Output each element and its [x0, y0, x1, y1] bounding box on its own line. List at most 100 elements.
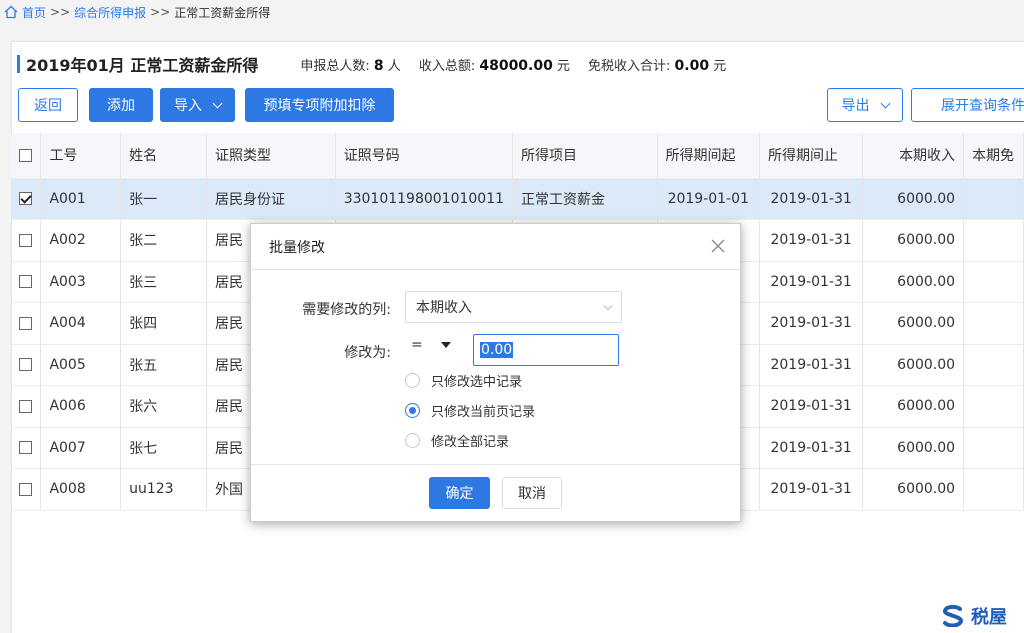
- column-header[interactable]: 本期收入: [862, 133, 965, 179]
- row-checkbox[interactable]: [19, 192, 33, 206]
- column-header[interactable]: 本期免: [963, 133, 1024, 179]
- dialog-footer: 确定 取消: [251, 464, 740, 522]
- column-select-value: 本期收入: [416, 300, 472, 316]
- row-checkbox[interactable]: [19, 316, 33, 330]
- row-checkbox[interactable]: [19, 482, 33, 496]
- page-title: 2019年01月 正常工资薪金所得: [26, 56, 259, 75]
- back-button[interactable]: 返回: [18, 88, 78, 122]
- caret-down-icon: [440, 342, 451, 348]
- current-income-cell: 6000.00: [862, 178, 965, 220]
- row-select-cell[interactable]: [11, 427, 42, 469]
- current-income-cell: 6000.00: [862, 302, 965, 345]
- breadcrumb-separator: >>: [150, 5, 171, 19]
- option-all-records[interactable]: 修改全部记录: [405, 431, 509, 450]
- taxfree-income-cell: [963, 344, 1024, 386]
- id-number-cell: 330101198001010011: [335, 178, 514, 220]
- taxfree-income-cell: [963, 302, 1024, 345]
- employee-id-cell: A006: [40, 385, 122, 428]
- option-current-page[interactable]: 只修改当前页记录: [405, 401, 535, 420]
- chevron-down-icon: [212, 98, 223, 108]
- name-cell: 张七: [120, 427, 207, 469]
- cancel-button[interactable]: 取消: [502, 477, 562, 509]
- employee-id-cell: A008: [40, 468, 122, 511]
- row-select-cell[interactable]: [11, 344, 42, 386]
- column-header[interactable]: 证照号码: [335, 133, 514, 179]
- radio-selected-records[interactable]: [405, 373, 420, 388]
- current-income-cell: 6000.00: [862, 344, 965, 386]
- export-dropdown-button[interactable]: 导出: [827, 88, 903, 122]
- period-end-cell: 2019-01-31: [759, 427, 864, 469]
- column-header[interactable]: 所得项目: [512, 133, 658, 179]
- row-checkbox[interactable]: [19, 275, 33, 289]
- current-income-cell: 6000.00: [862, 261, 965, 303]
- row-checkbox[interactable]: [19, 233, 33, 247]
- radio-current-page[interactable]: [405, 403, 420, 418]
- close-icon[interactable]: [710, 238, 726, 254]
- brand-watermark: 税屋: [940, 603, 1007, 629]
- row-select-cell[interactable]: [11, 219, 42, 262]
- column-select[interactable]: 本期收入: [405, 291, 622, 323]
- taxfree-income-cell: [963, 261, 1024, 303]
- modify-to-label: 修改为:: [344, 345, 391, 361]
- period-end-cell: 2019-01-31: [759, 178, 864, 220]
- breadcrumb-current: 正常工资薪金所得: [174, 5, 271, 20]
- declared-count: 申报总人数: 8 人: [300, 57, 401, 74]
- row-checkbox[interactable]: [19, 399, 33, 413]
- taxfree-income-cell: [963, 427, 1024, 469]
- period-end-cell: 2019-01-31: [759, 261, 864, 303]
- column-header[interactable]: 所得期间起: [657, 133, 760, 179]
- row-select-cell[interactable]: [11, 261, 42, 303]
- row-checkbox[interactable]: [19, 441, 33, 455]
- option-selected-records[interactable]: 只修改选中记录: [405, 371, 522, 390]
- current-income-cell: 6000.00: [862, 219, 965, 262]
- row-select-cell[interactable]: [11, 385, 42, 428]
- add-button[interactable]: 添加: [89, 88, 153, 122]
- select-all-cell[interactable]: [11, 133, 42, 179]
- prefill-deduction-button[interactable]: 预填专项附加扣除: [245, 88, 394, 122]
- option-label: 只修改选中记录: [431, 375, 523, 390]
- expand-query-button[interactable]: 展开查询条件: [911, 88, 1024, 122]
- row-checkbox[interactable]: [19, 358, 33, 372]
- radio-all-records[interactable]: [405, 433, 420, 448]
- option-label: 只修改当前页记录: [431, 405, 536, 420]
- column-header[interactable]: 证照类型: [206, 133, 336, 179]
- breadcrumb-home-link[interactable]: 首页: [22, 4, 46, 21]
- chevron-down-icon: [880, 98, 890, 108]
- brand-logo-icon: [943, 605, 964, 627]
- employee-id-cell: A003: [40, 261, 122, 303]
- operator-select[interactable]: =: [411, 337, 451, 353]
- dialog-header: 批量修改: [251, 224, 740, 270]
- name-cell: 张二: [120, 219, 207, 262]
- row-select-cell[interactable]: [11, 468, 42, 511]
- confirm-button[interactable]: 确定: [429, 477, 490, 509]
- import-dropdown-button[interactable]: 导入: [160, 88, 235, 122]
- current-income-cell: 6000.00: [862, 427, 965, 469]
- column-header[interactable]: 所得期间止: [759, 133, 864, 179]
- title-accent-bar: [17, 55, 20, 73]
- row-select-cell[interactable]: [11, 178, 42, 220]
- taxfree-total: 免税收入合计: 0.00 元: [588, 57, 727, 74]
- page-header: 2019年01月 正常工资薪金所得 申报总人数: 8 人 收入总额: 48000…: [17, 52, 726, 76]
- period-end-cell: 2019-01-31: [759, 219, 864, 262]
- select-all-checkbox[interactable]: [19, 148, 32, 162]
- option-label: 修改全部记录: [431, 435, 510, 450]
- name-cell: uu123: [120, 468, 207, 511]
- column-select-label: 需要修改的列:: [302, 302, 391, 318]
- period-end-cell: 2019-01-31: [759, 302, 864, 345]
- table-header-row: 工号 姓名 证照类型 证照号码 所得项目 所得期间起 所得期间止 本期收入 本期…: [11, 133, 1024, 179]
- new-value-input[interactable]: 0.00: [473, 334, 619, 366]
- name-cell: 张五: [120, 344, 207, 386]
- table-row[interactable]: A001 张一 居民身份证 330101198001010011 正常工资薪金 2019-…: [11, 178, 1024, 220]
- column-header[interactable]: 姓名: [120, 133, 207, 179]
- employee-id-cell: A007: [40, 427, 122, 469]
- operator-value: =: [411, 337, 423, 353]
- row-select-cell[interactable]: [11, 302, 42, 345]
- column-header[interactable]: 工号: [40, 133, 122, 179]
- taxfree-income-cell: [963, 219, 1024, 262]
- home-icon[interactable]: [4, 5, 18, 19]
- dialog-title: 批量修改: [269, 239, 325, 256]
- breadcrumb-level1-link[interactable]: 综合所得申报: [74, 4, 146, 21]
- current-income-cell: 6000.00: [862, 468, 965, 511]
- employee-id-cell: A004: [40, 302, 122, 345]
- breadcrumb: 首页 >> 综合所得申报 >> 正常工资薪金所得: [0, 0, 1024, 24]
